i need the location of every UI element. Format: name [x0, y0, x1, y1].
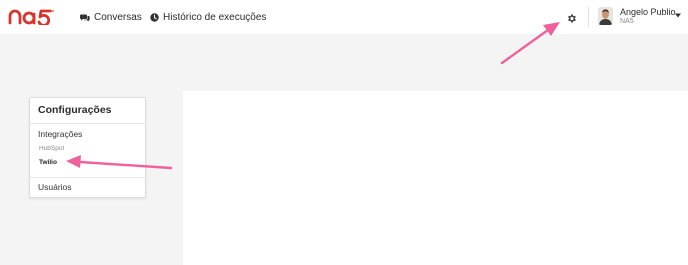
user-menu-divider — [588, 7, 589, 27]
gear-icon[interactable] — [566, 11, 577, 23]
top-navigation-bar: Conversas Histórico de execuções Angelo … — [0, 0, 688, 34]
chat-icon — [80, 14, 90, 21]
settings-title: Configurações — [38, 104, 112, 116]
menu-section-integracoes[interactable]: Integrações — [38, 129, 82, 139]
divider — [30, 123, 145, 124]
clock-icon — [150, 12, 159, 22]
avatar[interactable] — [598, 7, 613, 25]
menu-item-usuarios[interactable]: Usuários — [38, 182, 72, 192]
na5-logo[interactable] — [8, 9, 54, 27]
settings-menu: Configurações Integrações HubSpot Twilio… — [29, 97, 146, 198]
user-name[interactable]: Angelo Publio — [620, 7, 676, 17]
nav-historico[interactable]: Histórico de execuções — [150, 10, 266, 24]
chevron-down-icon[interactable] — [675, 13, 681, 18]
menu-item-hubspot[interactable]: HubSpot — [39, 145, 64, 152]
settings-content-panel — [183, 91, 688, 265]
menu-item-twilio[interactable]: Twilio — [39, 159, 57, 166]
nav-conversas[interactable]: Conversas — [80, 10, 142, 24]
divider — [30, 177, 145, 178]
nav-historico-label: Histórico de execuções — [163, 11, 267, 23]
nav-conversas-label: Conversas — [94, 11, 142, 23]
user-organization: NA5 — [620, 18, 634, 25]
